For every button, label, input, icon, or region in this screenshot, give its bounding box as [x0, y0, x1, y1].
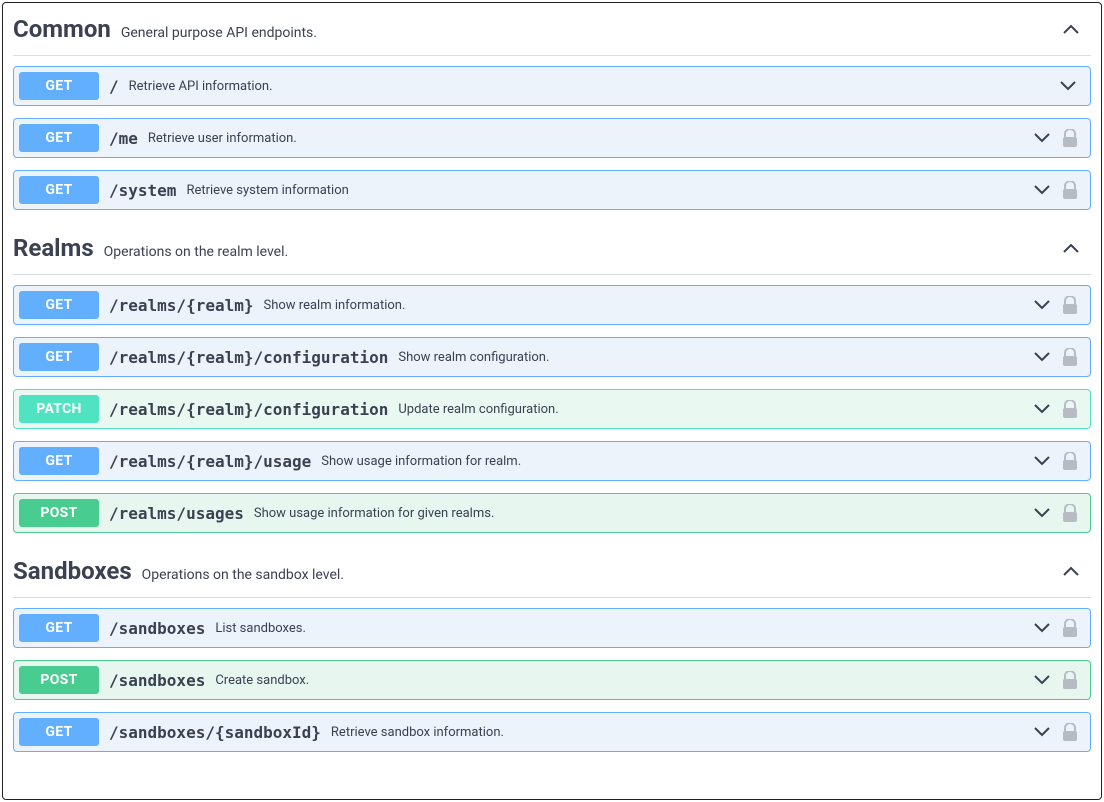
section-collapse-icon[interactable]	[1061, 564, 1081, 578]
method-badge: POST	[19, 666, 99, 694]
operation-row[interactable]: GET /sandboxes List sandboxes.	[13, 608, 1091, 648]
lock-icon[interactable]	[1062, 619, 1078, 637]
section-title: Sandboxes	[13, 557, 132, 585]
chevron-down-icon[interactable]	[1032, 454, 1052, 468]
endpoint-summary: Show usage information for realm.	[321, 454, 1032, 469]
endpoint-path: /realms/{realm}/configuration	[109, 400, 388, 419]
endpoint-summary: Update realm configuration.	[398, 402, 1032, 417]
api-doc-frame: Common General purpose API endpoints. GE…	[2, 2, 1102, 800]
lock-icon[interactable]	[1062, 296, 1078, 314]
operation-row[interactable]: GET / Retrieve API information.	[13, 66, 1091, 106]
endpoint-summary: Retrieve user information.	[148, 131, 1032, 146]
operation-row[interactable]: GET /realms/{realm} Show realm informati…	[13, 285, 1091, 325]
endpoint-summary: List sandboxes.	[215, 621, 1032, 636]
lock-icon[interactable]	[1062, 504, 1078, 522]
chevron-up-icon	[1061, 22, 1081, 36]
endpoint-summary: Retrieve system information	[186, 183, 1032, 198]
chevron-down-icon[interactable]	[1032, 506, 1052, 520]
operation-row[interactable]: POST /sandboxes Create sandbox.	[13, 660, 1091, 700]
endpoint-path: /sandboxes/{sandboxId}	[109, 723, 321, 742]
endpoint-path: /sandboxes	[109, 619, 205, 638]
method-badge: GET	[19, 291, 99, 319]
chevron-down-icon[interactable]	[1032, 350, 1052, 364]
section-divider	[13, 274, 1091, 275]
section-title: Common	[13, 15, 111, 43]
endpoint-summary: Retrieve API information.	[129, 79, 1058, 94]
lock-icon[interactable]	[1062, 400, 1078, 418]
section-title: Realms	[13, 234, 94, 262]
lock-icon[interactable]	[1062, 181, 1078, 199]
endpoint-path: /realms/{realm}/usage	[109, 452, 311, 471]
endpoint-path: /realms/usages	[109, 504, 244, 523]
section-divider	[13, 55, 1091, 56]
lock-icon[interactable]	[1062, 671, 1078, 689]
section-header-sandboxes[interactable]: Sandboxes Operations on the sandbox leve…	[13, 545, 1091, 597]
endpoint-path: /realms/{realm}	[109, 296, 254, 315]
chevron-down-icon[interactable]	[1058, 79, 1078, 93]
chevron-up-icon	[1061, 241, 1081, 255]
section-header-realms[interactable]: Realms Operations on the realm level.	[13, 222, 1091, 274]
method-badge: PATCH	[19, 395, 99, 423]
chevron-down-icon[interactable]	[1032, 402, 1052, 416]
operation-row[interactable]: GET /realms/{realm}/usage Show usage inf…	[13, 441, 1091, 481]
method-badge: GET	[19, 447, 99, 475]
endpoint-path: /sandboxes	[109, 671, 205, 690]
section-header-common[interactable]: Common General purpose API endpoints.	[13, 3, 1091, 55]
operation-row[interactable]: GET /sandboxes/{sandboxId} Retrieve sand…	[13, 712, 1091, 752]
method-badge: GET	[19, 718, 99, 746]
chevron-down-icon[interactable]	[1032, 131, 1052, 145]
method-badge: GET	[19, 176, 99, 204]
endpoint-summary: Show realm information.	[264, 298, 1033, 313]
operation-row[interactable]: POST /realms/usages Show usage informati…	[13, 493, 1091, 533]
chevron-up-icon	[1061, 564, 1081, 578]
operation-row[interactable]: GET /me Retrieve user information.	[13, 118, 1091, 158]
operation-row[interactable]: GET /system Retrieve system information	[13, 170, 1091, 210]
chevron-down-icon[interactable]	[1032, 673, 1052, 687]
chevron-down-icon[interactable]	[1032, 183, 1052, 197]
endpoint-path: /realms/{realm}/configuration	[109, 348, 388, 367]
lock-icon[interactable]	[1062, 348, 1078, 366]
endpoint-path: /	[109, 77, 119, 96]
section-desc: Operations on the realm level.	[104, 244, 289, 260]
section-desc: General purpose API endpoints.	[121, 25, 317, 41]
endpoint-summary: Show realm configuration.	[398, 350, 1032, 365]
method-badge: GET	[19, 343, 99, 371]
method-badge: GET	[19, 124, 99, 152]
lock-icon[interactable]	[1062, 452, 1078, 470]
method-badge: GET	[19, 72, 99, 100]
chevron-down-icon[interactable]	[1032, 298, 1052, 312]
chevron-down-icon[interactable]	[1032, 725, 1052, 739]
method-badge: GET	[19, 614, 99, 642]
operation-row[interactable]: GET /realms/{realm}/configuration Show r…	[13, 337, 1091, 377]
section-divider	[13, 597, 1091, 598]
section-desc: Operations on the sandbox level.	[142, 567, 344, 583]
lock-icon[interactable]	[1062, 723, 1078, 741]
endpoint-path: /me	[109, 129, 138, 148]
operation-row[interactable]: PATCH /realms/{realm}/configuration Upda…	[13, 389, 1091, 429]
endpoint-summary: Create sandbox.	[215, 673, 1032, 688]
endpoint-path: /system	[109, 181, 176, 200]
section-collapse-icon[interactable]	[1061, 241, 1081, 255]
chevron-down-icon[interactable]	[1032, 621, 1052, 635]
section-collapse-icon[interactable]	[1061, 22, 1081, 36]
lock-icon[interactable]	[1062, 129, 1078, 147]
endpoint-summary: Show usage information for given realms.	[254, 506, 1032, 521]
endpoint-summary: Retrieve sandbox information.	[331, 725, 1032, 740]
method-badge: POST	[19, 499, 99, 527]
